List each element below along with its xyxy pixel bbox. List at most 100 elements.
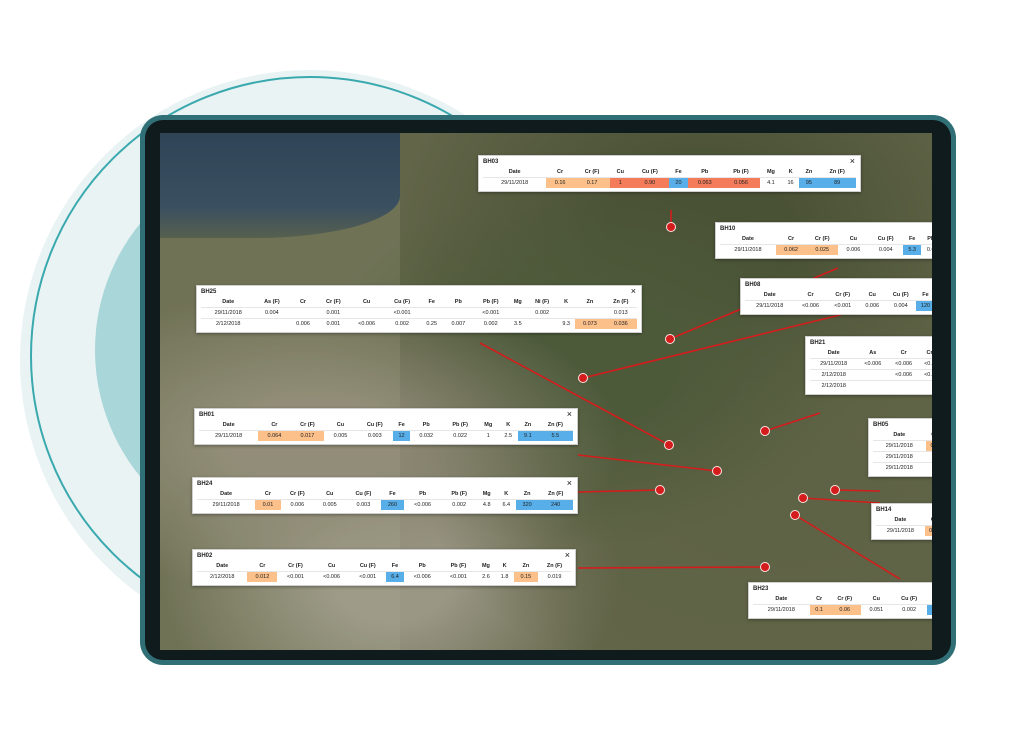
sample-table: Date Cr Cr (F) Cu Cu (F) Fe Pb Pb (F) Mg K Zn Zn (F… (483, 167, 856, 188)
column-header: Fe (927, 594, 933, 605)
table-cell: <0.006 (403, 499, 442, 510)
table-cell: 0.06 (828, 604, 861, 615)
column-header: Cu (F) (394, 299, 411, 305)
table-cell: 0.90 (630, 177, 670, 188)
column-header: Mg (481, 563, 490, 569)
borehole-marker[interactable] (655, 485, 665, 495)
borehole-marker[interactable] (760, 562, 770, 572)
table-cell: 29/11/2018 (873, 462, 926, 473)
close-icon[interactable]: × (565, 551, 570, 560)
table-cell: 0.005 (313, 499, 346, 510)
table-cell: 320 (515, 499, 539, 510)
borehole-marker[interactable] (830, 485, 840, 495)
column-header: Date (763, 292, 776, 298)
column-header: Pb (F) (450, 563, 467, 569)
leader-line (834, 489, 881, 492)
table-cell (888, 380, 920, 391)
table-row: 29/11/2018 0.01 0.006 0.005 0.003 260 <0.006 0.… (197, 499, 573, 510)
table-cell: 2/12/2018 (197, 571, 248, 582)
column-header: Date (508, 169, 521, 175)
table-row: 29/11/2018 <0.006 <0.001 0.006 0.004 120 (745, 300, 932, 311)
column-header: Date (893, 432, 906, 438)
table-cell: 0.001 (317, 307, 349, 319)
column-header: Date (894, 517, 907, 523)
table-cell: 0.01 (255, 499, 281, 510)
table-cell: 29/11/2018 (720, 244, 776, 255)
sample-table: DateCrCr (F)CuCu (F)FePb29/11/20180.0620… (720, 234, 932, 255)
table-cell: <0.0 (919, 369, 932, 381)
column-header: Date (775, 596, 788, 602)
table-cell: 29/11/2018 (876, 525, 925, 536)
borehole-marker[interactable] (760, 426, 770, 436)
popup-bh14[interactable]: BH14 Date C29/11/20180.2 (871, 503, 932, 540)
table-cell (288, 307, 318, 319)
table-cell: 0.001 (317, 318, 349, 329)
popup-bh10[interactable]: BH10 DateCrCr (F)CuCu (F)FePb29/11/20180… (715, 222, 932, 259)
table-cell (419, 307, 444, 319)
table-cell: 0.063 (687, 177, 722, 188)
close-icon[interactable]: × (567, 410, 572, 419)
popup-bh01[interactable]: BH01 × Date Cr Cr (F) Cu Cu (F) Fe Pb Pb (F) Mg K… (194, 408, 578, 445)
table-cell: 5.5 (537, 430, 573, 441)
borehole-marker[interactable] (665, 334, 675, 344)
table-cell: <0.006 (857, 358, 889, 370)
table-cell: 17 (926, 604, 932, 615)
table-cell (925, 451, 932, 463)
table-cell: 20 (669, 177, 688, 188)
column-header: K (788, 169, 793, 175)
table-cell: 0.002 (527, 307, 558, 319)
column-header: K (504, 491, 509, 497)
close-icon[interactable]: × (567, 479, 572, 488)
column-header: Mg (513, 299, 522, 305)
column-header: Cu (868, 292, 876, 298)
column-header: As (F) (264, 299, 280, 305)
borehole-marker[interactable] (666, 222, 676, 232)
table-cell: 6.4 (496, 499, 516, 510)
sample-table: Date C29/11/20180.2 (876, 515, 932, 536)
column-header: Date (222, 299, 235, 305)
table-cell: <0.006 (888, 369, 920, 381)
column-header: Cr (F) (325, 299, 341, 305)
table-cell: 0.051 (861, 604, 892, 615)
column-header: Cu (F) (901, 596, 918, 602)
borehole-marker[interactable] (798, 493, 808, 503)
table-cell: 5.3 (902, 244, 922, 255)
column-header: Zn (F) (546, 563, 563, 569)
column-header: Mg (766, 169, 775, 175)
popup-title: BH01 (199, 412, 215, 418)
popup-bh23[interactable]: BH23 DateCrCr (F)CuCu (F)Fe29/11/20180.1… (748, 582, 932, 619)
table-cell: 9.1 (518, 430, 538, 441)
leader-line (802, 497, 881, 504)
borehole-marker[interactable] (578, 373, 588, 383)
table-cell (919, 380, 932, 391)
popup-bh03[interactable]: BH03 × Date Cr Cr (F) Cu Cu (F) Fe Pb Pb (F) Mg K… (478, 155, 861, 192)
table-cell (508, 307, 528, 319)
table-cell: 0.062 (775, 244, 807, 255)
table-cell: 1 (478, 430, 499, 441)
table-row: 29/11/2018 0.064 0.017 0.005 0.003 12 0.032 0.0… (199, 430, 573, 441)
popup-bh05[interactable]: BH05 DateCr29/11/20180.429/11/201829/11/… (868, 418, 932, 477)
satellite-map[interactable]: BH03 × Date Cr Cr (F) Cu Cu (F) Fe Pb Pb (F) Mg K… (160, 133, 932, 650)
column-header: Zn (523, 491, 531, 497)
popup-title: BH25 (201, 289, 217, 295)
column-header: Pb (422, 422, 430, 428)
popup-bh24[interactable]: BH24 × Date Cr Cr (F) Cu Cu (F) Fe Pb Pb (F) Mg K… (192, 477, 578, 514)
popup-bh25[interactable]: BH25 × Date As (F) Cr Cr (F) Cu Cu (F) Fe Pb Pb … (196, 285, 642, 333)
popup-bh21[interactable]: BH21 DateAsCrCr29/11/2018<0.006<0.006<0.… (805, 336, 932, 395)
column-header: K (564, 299, 569, 305)
column-header: Cu (F) (877, 236, 894, 242)
borehole-marker[interactable] (664, 440, 674, 450)
close-icon[interactable]: × (850, 157, 855, 166)
column-header: Mg (484, 422, 493, 428)
table-cell: 0.004 (255, 307, 289, 319)
borehole-marker[interactable] (712, 466, 722, 476)
popup-bh02[interactable]: BH02 × Date Cr Cr (F) Cu Cu (F) Fe Pb Pb (F) Mg K… (192, 549, 576, 586)
column-header: Cu (616, 169, 624, 175)
borehole-marker[interactable] (790, 510, 800, 520)
column-header: Fe (398, 422, 405, 428)
table-row: 29/11/20180.2 (876, 525, 932, 536)
table-cell: 0.003 (356, 430, 393, 441)
table-cell: 0.004 (868, 244, 903, 255)
close-icon[interactable]: × (631, 287, 636, 296)
popup-bh08[interactable]: BH08 Date Cr Cr (F) Cu Cu (F) Fe 29/11/2018 <0.… (740, 278, 932, 315)
